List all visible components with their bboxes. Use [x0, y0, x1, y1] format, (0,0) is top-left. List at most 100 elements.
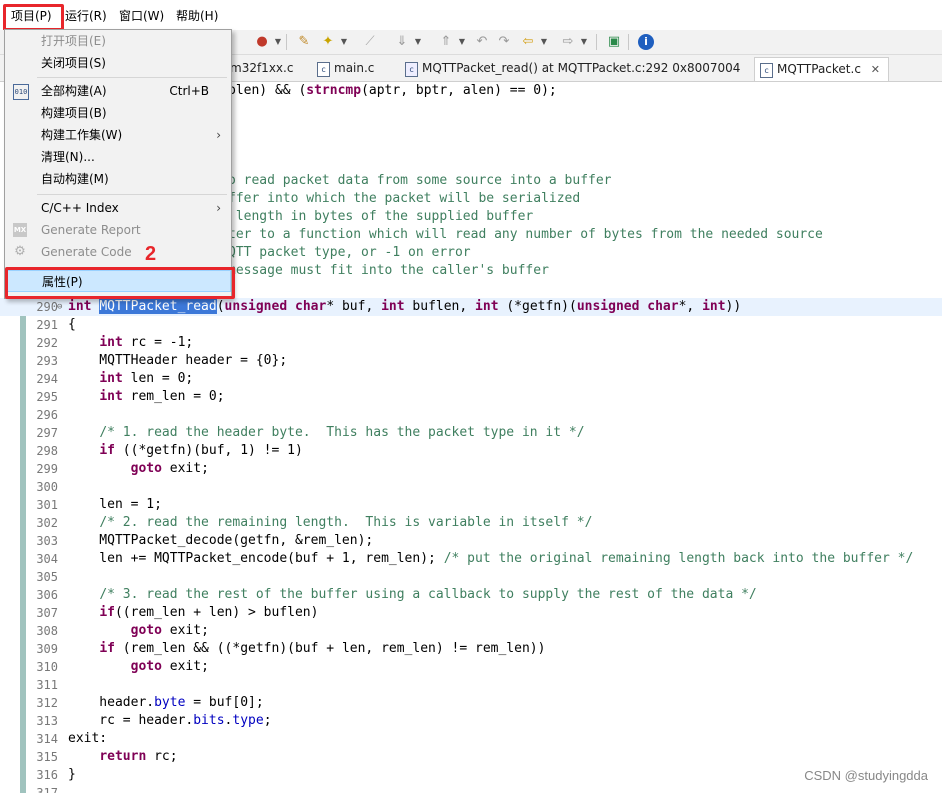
menu-item-label: Generate Report [41, 223, 141, 237]
line-number: 304 [36, 552, 58, 566]
prev-annotation-icon[interactable]: ⇑ [438, 34, 454, 50]
chevron-down-icon[interactable]: ▼ [536, 34, 552, 50]
last-edit-icon[interactable]: ↶ [474, 34, 490, 50]
stack-frame-icon: c [405, 62, 418, 77]
open-type-icon[interactable]: ✎ [296, 34, 312, 50]
code-line: 314 exit: [0, 730, 942, 748]
code-line: 310 goto exit; [0, 658, 942, 676]
highlight-box-menu-project [3, 4, 64, 31]
toolbar-separator [596, 34, 597, 50]
menu-run[interactable]: 运行(R) [60, 6, 112, 26]
report-icon: MX [13, 223, 27, 237]
line-number: 299 [36, 462, 58, 476]
menu-item-cpp-index[interactable]: C/C++ Index › [5, 197, 231, 219]
menu-item-label: 清理(N)... [41, 150, 95, 164]
line-number: 305 [36, 570, 58, 584]
code-text: message must fit into the caller's buffe… [228, 263, 549, 278]
forward-edit-icon[interactable]: ↷ [496, 34, 512, 50]
code-line: 302 /* 2. read the remaining length. Thi… [0, 514, 942, 532]
chevron-right-icon: › [216, 128, 221, 142]
code-text: ter to a function which will read any nu… [228, 227, 823, 242]
menu-item-clean[interactable]: 清理(N)... [5, 146, 231, 168]
code-line: 290 ⊖ int MQTTPacket_read(unsigned char* b… [0, 298, 942, 316]
toolbar-separator [628, 34, 629, 50]
chevron-down-icon[interactable]: ▼ [336, 34, 352, 50]
line-number: 311 [36, 678, 58, 692]
line-number: 294 [36, 372, 58, 386]
tab-main-c[interactable]: c main.c [312, 57, 382, 80]
menu-item-open-project[interactable]: 打开项目(E) [5, 30, 231, 52]
line-number: 307 [36, 606, 58, 620]
next-annotation-icon[interactable]: ⇓ [394, 34, 410, 50]
menu-item-label: 关闭项目(S) [41, 56, 106, 70]
code-line: 312 header.byte = buf[0]; [0, 694, 942, 712]
menu-item-build-project[interactable]: 构建项目(B) [5, 102, 231, 124]
chevron-down-icon[interactable]: ▼ [576, 34, 592, 50]
tab-stack-frame[interactable]: c MQTTPacket_read() at MQTTPacket.c:292 … [400, 57, 748, 80]
code-text: int MQTTPacket_read(unsigned char* buf, … [68, 299, 742, 314]
code-text: QTT packet type, or -1 on error [228, 245, 471, 260]
code-text: len += MQTTPacket_encode(buf + 1, rem_le… [68, 551, 914, 566]
code-text: blen) && (strncmp(aptr, bptr, alen) == 0… [228, 83, 557, 98]
c-file-icon: c [760, 63, 773, 78]
chevron-down-icon[interactable]: ▼ [410, 34, 426, 50]
menu-help[interactable]: 帮助(H) [171, 6, 223, 26]
line-number: 306 [36, 588, 58, 602]
code-line: 316} [0, 766, 942, 784]
line-number: 297 [36, 426, 58, 440]
menu-item-build-working-set[interactable]: 构建工作集(W) › [5, 124, 231, 146]
line-number: 309 [36, 642, 58, 656]
menu-item-generate-report[interactable]: MX Generate Report [5, 219, 231, 241]
line-number: 295 [36, 390, 58, 404]
forward-arrow-icon[interactable]: ⇨ [560, 34, 576, 50]
line-number: 296 [36, 408, 58, 422]
line-number: 308 [36, 624, 58, 638]
menu-item-label: C/C++ Index [41, 201, 119, 215]
code-line: 294 int len = 0; [0, 370, 942, 388]
annotation-step-2: 2 [145, 243, 157, 265]
debug-icon[interactable]: ● [254, 34, 270, 50]
code-line: 309 if (rem_len && ((*getfn)(buf + len, … [0, 640, 942, 658]
code-line: 293 MQTTHeader header = {0}; [0, 352, 942, 370]
tab-label: main.c [334, 61, 375, 75]
pin-editor-icon[interactable]: ▣ [606, 34, 622, 50]
code-text: int len = 0; [99, 371, 194, 386]
code-line: 313 rc = header.bits.type; [0, 712, 942, 730]
code-text: { [68, 317, 76, 332]
annotation-icon[interactable]: ⟋ [362, 34, 378, 50]
code-line: 304 len += MQTTPacket_encode(buf + 1, re… [0, 550, 942, 568]
menu-item-close-project[interactable]: 关闭项目(S) [5, 52, 231, 74]
menu-item-build-automatically[interactable]: 自动构建(M) [5, 168, 231, 190]
line-number: 312 [36, 696, 58, 710]
code-line: 300 [0, 478, 942, 496]
menu-item-label: 构建项目(B) [41, 106, 107, 120]
chevron-down-icon[interactable]: ▼ [454, 34, 470, 50]
project-menu-dropdown: 打开项目(E) 关闭项目(S) 010 全部构建(A) Ctrl+B 构建项目(… [4, 29, 232, 299]
info-icon[interactable]: i [638, 34, 654, 50]
toolbar-separator [286, 34, 287, 50]
tab-mqttpacket-c[interactable]: c MQTTPacket.c ✕ [754, 57, 889, 81]
line-number: 310 [36, 660, 58, 674]
code-text: MQTTPacket_decode(getfn, &rem_len); [68, 533, 374, 548]
generate-code-icon: ⚙ [14, 244, 26, 259]
menu-item-generate-code[interactable]: ⚙ Generate Code [5, 241, 231, 263]
line-number: 291 [36, 318, 58, 332]
chevron-down-icon[interactable]: ▼ [270, 34, 286, 50]
tab-label: m32f1xx.c [230, 61, 294, 75]
code-text: o read packet data from some source into… [228, 173, 612, 188]
fold-icon[interactable]: ⊖ [57, 298, 62, 316]
menu-window[interactable]: 窗口(W) [114, 6, 169, 26]
back-arrow-icon[interactable]: ⇦ [520, 34, 536, 50]
code-line: 292 int rc = -1; [0, 334, 942, 352]
line-number: 315 [36, 750, 58, 764]
search-icon[interactable]: ✦ [320, 34, 336, 50]
menu-bar: 项目(P) 运行(R) 窗口(W) 帮助(H) [0, 0, 942, 31]
line-number: 298 [36, 444, 58, 458]
line-number: 292 [36, 336, 58, 350]
menu-item-build-all[interactable]: 010 全部构建(A) Ctrl+B [5, 80, 231, 102]
line-number: 317 [36, 786, 58, 793]
close-icon[interactable]: ✕ [871, 63, 880, 76]
code-text: if (rem_len && ((*getfn)(buf + len, rem_… [99, 641, 546, 656]
line-number: 314 [36, 732, 58, 746]
line-number: 302 [36, 516, 58, 530]
